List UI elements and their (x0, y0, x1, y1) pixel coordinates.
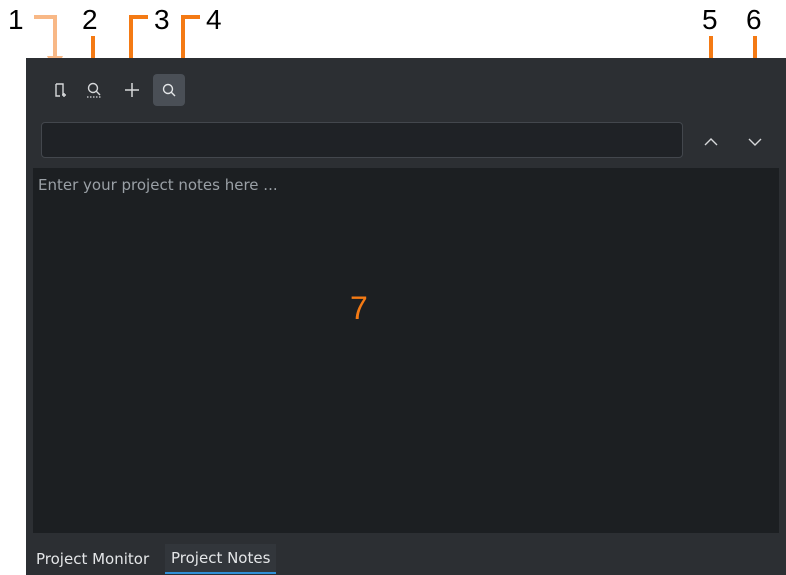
bookmark-add-button[interactable] (44, 74, 76, 106)
project-notes-panel: Enter your project notes here ... Projec… (26, 58, 786, 575)
search-input[interactable] (41, 122, 683, 158)
add-button[interactable] (116, 74, 148, 106)
find-all-button[interactable] (78, 74, 110, 106)
add-icon (125, 83, 139, 97)
search-icon (162, 83, 176, 97)
previous-match-button[interactable] (695, 126, 727, 158)
find-all-icon (87, 82, 101, 98)
search-toggle-button[interactable] (153, 74, 185, 106)
notes-editor[interactable]: Enter your project notes here ... (33, 168, 779, 533)
tab-bar: Project Monitor Project Notes (26, 541, 786, 575)
bookmark-add-icon (55, 83, 66, 97)
tab-project-notes[interactable]: Project Notes (165, 544, 277, 574)
chevron-up-icon (704, 138, 718, 146)
notes-placeholder: Enter your project notes here ... (38, 176, 278, 194)
tab-project-monitor[interactable]: Project Monitor (30, 544, 155, 574)
annotation-label-7: 7 (350, 290, 368, 326)
next-match-button[interactable] (739, 126, 771, 158)
chevron-down-icon (748, 138, 762, 146)
annotation-arrow-1 (34, 15, 63, 72)
